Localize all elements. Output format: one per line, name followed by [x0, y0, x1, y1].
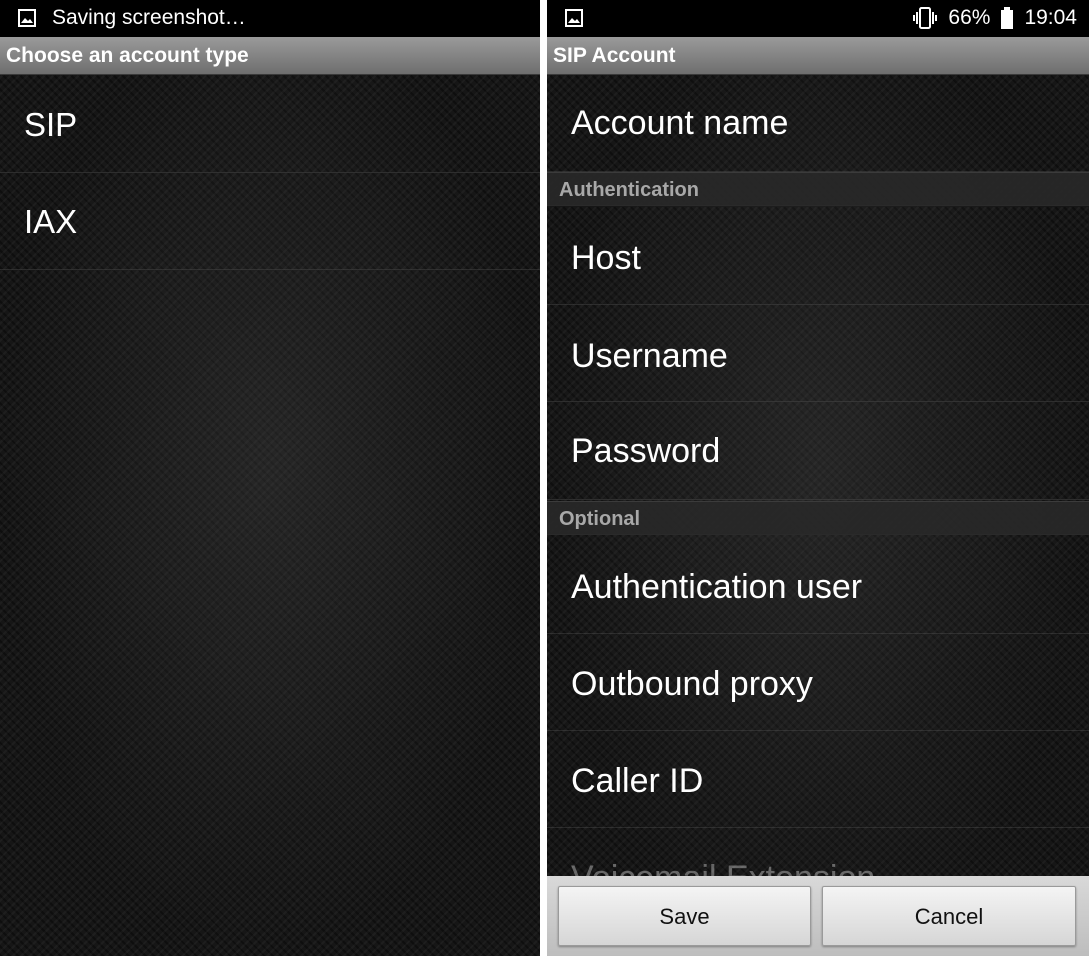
status-bar: 66% 19:04: [547, 0, 1089, 37]
pref-label: Authentication user: [571, 568, 863, 606]
clock: 19:04: [1024, 6, 1077, 29]
pref-username[interactable]: Username: [547, 305, 1089, 402]
pref-label: Outbound proxy: [571, 665, 813, 703]
right-screen: 66% 19:04 SIP Account Account name Authe…: [547, 0, 1089, 956]
left-screen: Saving screenshot… Choose an account typ…: [0, 0, 540, 956]
pref-password[interactable]: Password: [547, 402, 1089, 500]
status-notification-text: Saving screenshot…: [52, 6, 246, 29]
page-title: Choose an account type: [0, 37, 540, 75]
status-bar: Saving screenshot…: [0, 0, 540, 37]
pref-host[interactable]: Host: [547, 207, 1089, 305]
pref-label: Username: [571, 337, 728, 375]
battery-percentage: 66%: [948, 6, 991, 29]
vibrate-icon: [913, 7, 938, 29]
image-icon: [565, 9, 583, 27]
category-optional: Optional: [547, 501, 1089, 535]
image-icon: [18, 9, 36, 27]
battery-icon: [1001, 7, 1014, 29]
pref-label: Account name: [571, 104, 789, 142]
list-item-label: IAX: [24, 203, 78, 240]
list-item-iax[interactable]: IAX: [0, 173, 540, 270]
category-authentication: Authentication: [547, 172, 1089, 206]
list-item-sip[interactable]: SIP: [0, 76, 540, 173]
pref-caller-id[interactable]: Caller ID: [547, 731, 1089, 828]
pref-label: Caller ID: [571, 762, 704, 800]
button-bar: Save Cancel: [547, 876, 1089, 956]
pref-label: Host: [571, 239, 641, 277]
cancel-button[interactable]: Cancel: [822, 886, 1076, 946]
pref-label: Password: [571, 432, 721, 470]
pref-outbound-proxy[interactable]: Outbound proxy: [547, 634, 1089, 731]
page-title: SIP Account: [547, 37, 1089, 75]
save-button[interactable]: Save: [558, 886, 811, 946]
pref-authentication-user[interactable]: Authentication user: [547, 536, 1089, 634]
pref-account-name[interactable]: Account name: [547, 75, 1089, 172]
list-item-label: SIP: [24, 106, 78, 143]
